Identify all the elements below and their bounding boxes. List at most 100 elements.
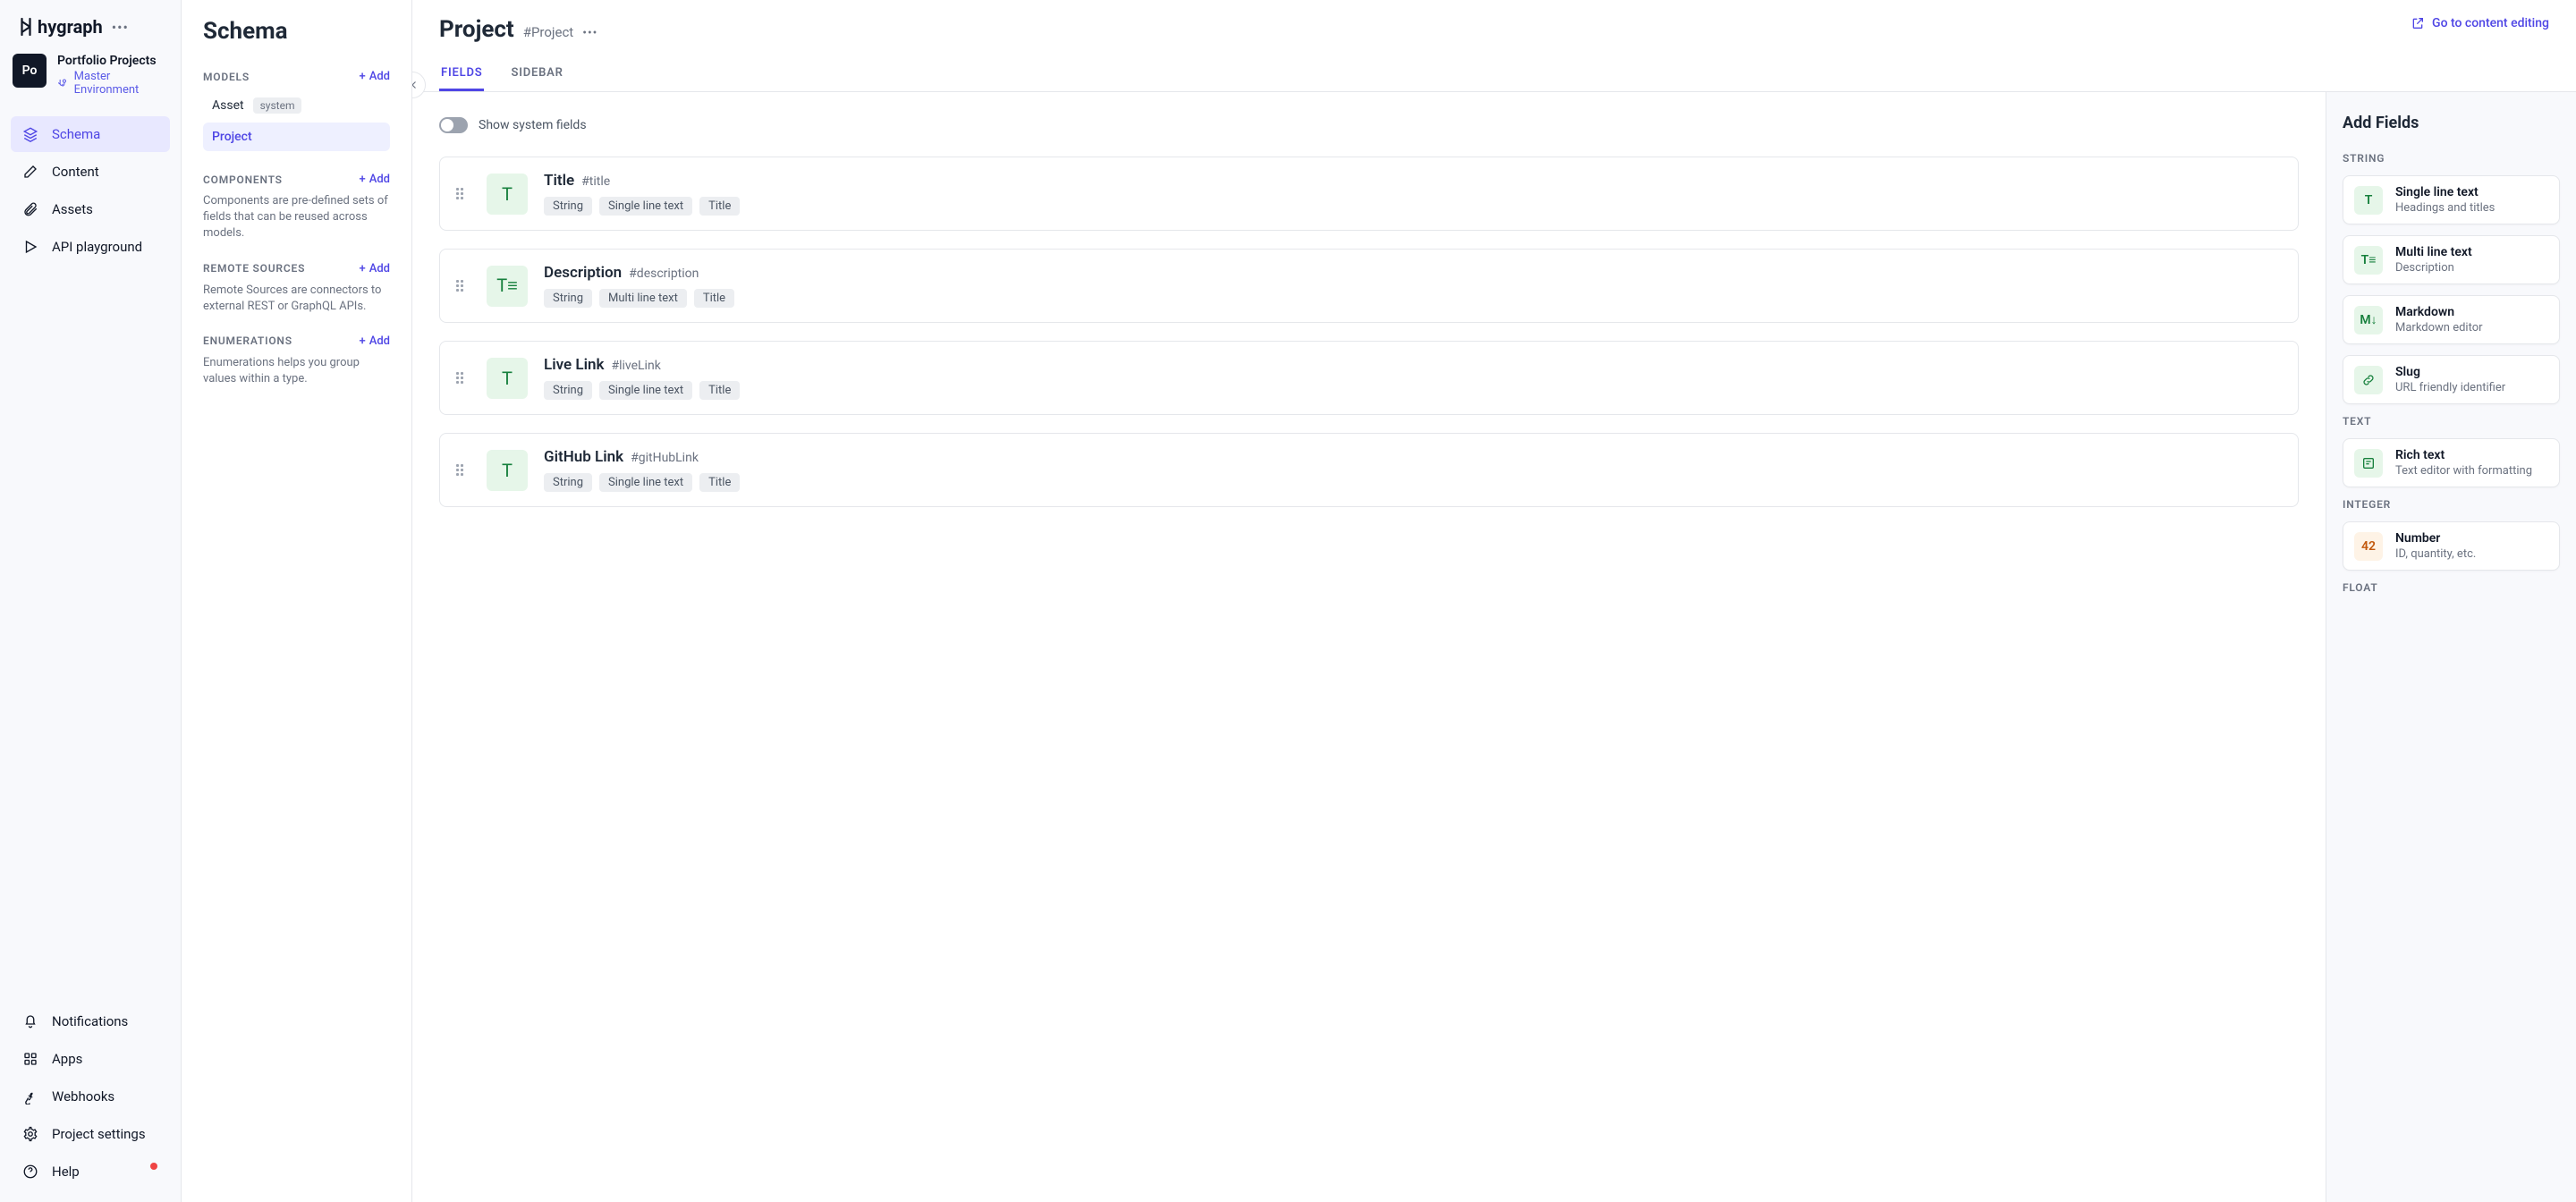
enumerations-header: ENUMERATIONS [203,334,292,347]
hygraph-logo-icon [18,16,34,38]
field-type-number[interactable]: 42 Number ID, quantity, etc. [2343,521,2560,571]
field-card[interactable]: T Live Link #liveLink String Single line … [439,341,2299,415]
field-type-icon: T [487,450,528,491]
field-tag: Multi line text [599,289,687,308]
nav-schema[interactable]: Schema [11,116,170,152]
field-type-markdown[interactable]: M↓ Markdown Markdown editor [2343,295,2560,344]
nav-project-settings[interactable]: Project settings [11,1116,170,1152]
markdown-icon: M↓ [2354,306,2383,334]
field-name: Description [544,264,622,282]
multi-line-text-icon: T≡ [2354,246,2383,275]
webhook-icon [21,1088,39,1105]
field-tag: Title [699,197,740,216]
rich-text-icon [2354,449,2383,478]
nav-help[interactable]: Help [11,1154,170,1189]
field-tag: String [544,289,592,308]
paperclip-icon [21,200,39,218]
field-tag: Single line text [599,473,692,492]
float-section-header: FLOAT [2343,581,2560,594]
remote-sources-help: Remote Sources are connectors to externa… [203,283,390,315]
show-system-fields-label: Show system fields [479,118,587,132]
brand-logo[interactable]: hygraph [18,16,103,38]
tab-sidebar[interactable]: SIDEBAR [509,57,564,91]
field-type-multi-line-text[interactable]: T≡ Multi line text Description [2343,235,2560,284]
plus-icon: + [360,334,366,348]
external-link-icon [2411,16,2425,30]
field-type-rich-text[interactable]: Rich text Text editor with formatting [2343,438,2560,487]
tab-fields[interactable]: FIELDS [439,57,484,91]
field-tag: String [544,381,592,400]
field-tag: Single line text [599,381,692,400]
field-name: Live Link [544,356,604,374]
field-tag: String [544,197,592,216]
field-type-slug[interactable]: Slug URL friendly identifier [2343,355,2560,404]
single-line-text-icon: T [2354,186,2383,215]
add-enumeration-button[interactable]: + Add [360,334,391,348]
add-remote-source-button[interactable]: + Add [360,262,391,275]
field-tag: Single line text [599,197,692,216]
enumerations-help: Enumerations helps you group values with… [203,355,390,387]
nav-notifications[interactable]: Notifications [11,1003,170,1039]
help-badge [150,1163,157,1170]
drag-handle-icon[interactable] [456,464,470,476]
field-card[interactable]: T Title #title StringSingle line textTit… [439,157,2299,231]
text-section-header: TEXT [2343,415,2560,427]
goto-content-editing-link[interactable]: Go to content editing [2411,16,2549,30]
field-type-icon: T≡ [487,266,528,307]
drag-handle-icon[interactable] [456,280,470,292]
field-tag: Title [699,473,740,492]
left-sidebar: hygraph ••• Po Portfolio Projects Master… [0,0,182,1202]
field-type-icon: T [487,358,528,399]
model-api-id: #Project [523,24,574,40]
nav-api-playground[interactable]: API playground [11,229,170,265]
field-name: GitHub Link [544,448,623,466]
gear-icon [21,1125,39,1143]
nav-content[interactable]: Content [11,154,170,190]
chevrons-left-icon [412,79,419,91]
string-section-header: STRING [2343,152,2560,165]
add-fields-title: Add Fields [2343,114,2560,132]
brand-menu-icon[interactable]: ••• [112,19,129,36]
number-icon: 42 [2354,532,2383,561]
field-tag: String [544,473,592,492]
add-component-button[interactable]: + Add [360,173,391,186]
model-title: Project [439,16,514,43]
nav-apps[interactable]: Apps [11,1041,170,1077]
components-help: Components are pre-defined sets of field… [203,193,390,242]
field-tag: Title [699,381,740,400]
field-card[interactable]: T GitHub Link #gitHubLink String Single l… [439,433,2299,507]
nav-assets[interactable]: Assets [11,191,170,227]
model-project[interactable]: Project [203,123,390,151]
model-asset[interactable]: Asset system [203,90,390,121]
show-system-fields-toggle[interactable] [439,117,468,133]
drag-handle-icon[interactable] [456,372,470,384]
bell-icon [21,1012,39,1030]
grid-icon [21,1050,39,1068]
field-api-id: #gitHubLink [631,451,699,465]
field-type-icon: T [487,174,528,215]
nav-webhooks[interactable]: Webhooks [11,1079,170,1114]
remote-sources-header: REMOTE SOURCES [203,262,305,275]
models-header: MODELS [203,71,250,83]
main-area: Project #Project ••• Go to content editi… [412,0,2576,1202]
plus-icon: + [360,262,366,275]
play-icon [21,238,39,256]
slug-icon [2354,366,2383,394]
field-card[interactable]: T≡ Description #description String Multi … [439,249,2299,323]
integer-section-header: INTEGER [2343,498,2560,511]
field-name: Title [544,172,574,190]
model-menu-button[interactable]: ••• [582,26,597,40]
drag-handle-icon[interactable] [456,188,470,199]
schema-panel: Schema MODELS + Add Asset system Project… [182,0,412,1202]
field-api-id: #description [629,267,699,281]
field-type-single-line-text[interactable]: T Single line text Headings and titles [2343,175,2560,224]
add-model-button[interactable]: + Add [360,70,391,83]
schema-panel-title: Schema [203,18,390,45]
field-tag: Title [694,289,734,308]
add-fields-panel: Add Fields STRING T Single line text Hea… [2326,92,2576,1202]
branch-icon [57,77,69,89]
field-api-id: #liveLink [611,359,660,373]
project-avatar: Po [13,54,47,88]
project-environment[interactable]: Master Environment [57,70,168,97]
project-switcher[interactable]: Po Portfolio Projects Master Environment [0,54,181,116]
